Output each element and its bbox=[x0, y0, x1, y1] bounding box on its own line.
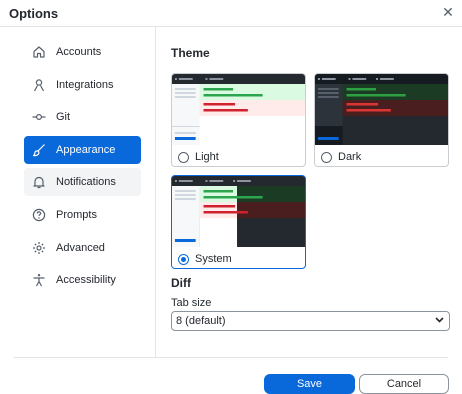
system-theme-preview bbox=[172, 176, 305, 247]
sidebar-item-accounts[interactable]: Accounts bbox=[24, 38, 141, 66]
sidebar-item-integrations[interactable]: Integrations bbox=[24, 71, 141, 99]
theme-heading: Theme bbox=[171, 46, 210, 60]
sidebar-item-label: Prompts bbox=[56, 208, 97, 221]
close-icon[interactable]: ✕ bbox=[441, 5, 455, 19]
theme-option-dark[interactable]: Dark bbox=[314, 73, 449, 167]
sidebar-item-label: Integrations bbox=[56, 78, 114, 91]
system-label: System bbox=[195, 253, 232, 265]
paintbrush-icon bbox=[31, 142, 47, 158]
sidebar-item-notifications[interactable]: Notifications bbox=[24, 168, 141, 197]
person-icon bbox=[31, 77, 47, 93]
diff-heading: Diff bbox=[171, 276, 191, 290]
sidebar-item-appearance[interactable]: Appearance bbox=[24, 135, 141, 164]
sidebar-item-label: Git bbox=[56, 111, 71, 124]
dark-radio[interactable] bbox=[321, 151, 332, 163]
bell-icon bbox=[31, 174, 47, 190]
system-radio-row: System bbox=[172, 249, 232, 268]
gear-icon bbox=[31, 240, 47, 256]
sidebar-item-label: Accounts bbox=[56, 46, 102, 58]
sidebar-item-label: Appearance bbox=[56, 143, 116, 156]
sidebar-item-advanced[interactable]: Advanced bbox=[24, 234, 141, 262]
theme-option-system[interactable]: System bbox=[171, 175, 306, 269]
sidebar-item-label: Accessibility bbox=[56, 274, 116, 287]
light-theme-preview bbox=[172, 74, 305, 145]
accessibility-icon bbox=[31, 272, 47, 288]
tab-size-label: Tab size bbox=[171, 297, 212, 309]
sidebar-item-accessibility[interactable]: Accessibility bbox=[24, 266, 141, 294]
sidebar-item-prompts[interactable]: Prompts bbox=[24, 201, 141, 229]
sidebar-item-label: Advanced bbox=[56, 241, 105, 254]
light-radio[interactable] bbox=[178, 151, 189, 163]
dialog-title: Options bbox=[9, 6, 59, 21]
sidebar-item-label: Notifications bbox=[56, 176, 116, 189]
options-sidebar: Accounts Integrations Git Appearance Not… bbox=[24, 38, 141, 299]
chevron-down-icon bbox=[435, 315, 444, 327]
theme-option-light[interactable]: Light bbox=[171, 73, 306, 167]
home-icon bbox=[31, 44, 47, 60]
dark-radio-row: Dark bbox=[315, 147, 362, 166]
system-radio[interactable] bbox=[178, 253, 189, 265]
git-commit-icon bbox=[31, 109, 47, 125]
cancel-button[interactable]: Cancel bbox=[359, 374, 449, 394]
sidebar-item-git[interactable]: Git bbox=[24, 103, 141, 131]
tab-size-value: 8 (default) bbox=[176, 315, 226, 327]
dark-theme-preview bbox=[315, 74, 448, 145]
dialog-titlebar: Options ✕ bbox=[0, 0, 462, 26]
question-icon bbox=[31, 207, 47, 223]
sidebar-divider bbox=[155, 27, 156, 357]
title-divider bbox=[0, 26, 462, 27]
light-label: Light bbox=[195, 151, 219, 163]
tab-size-select[interactable]: 8 (default) bbox=[171, 311, 450, 331]
save-button[interactable]: Save bbox=[264, 374, 355, 394]
light-radio-row: Light bbox=[172, 147, 219, 166]
footer-divider bbox=[14, 357, 448, 358]
dark-label: Dark bbox=[338, 151, 362, 163]
